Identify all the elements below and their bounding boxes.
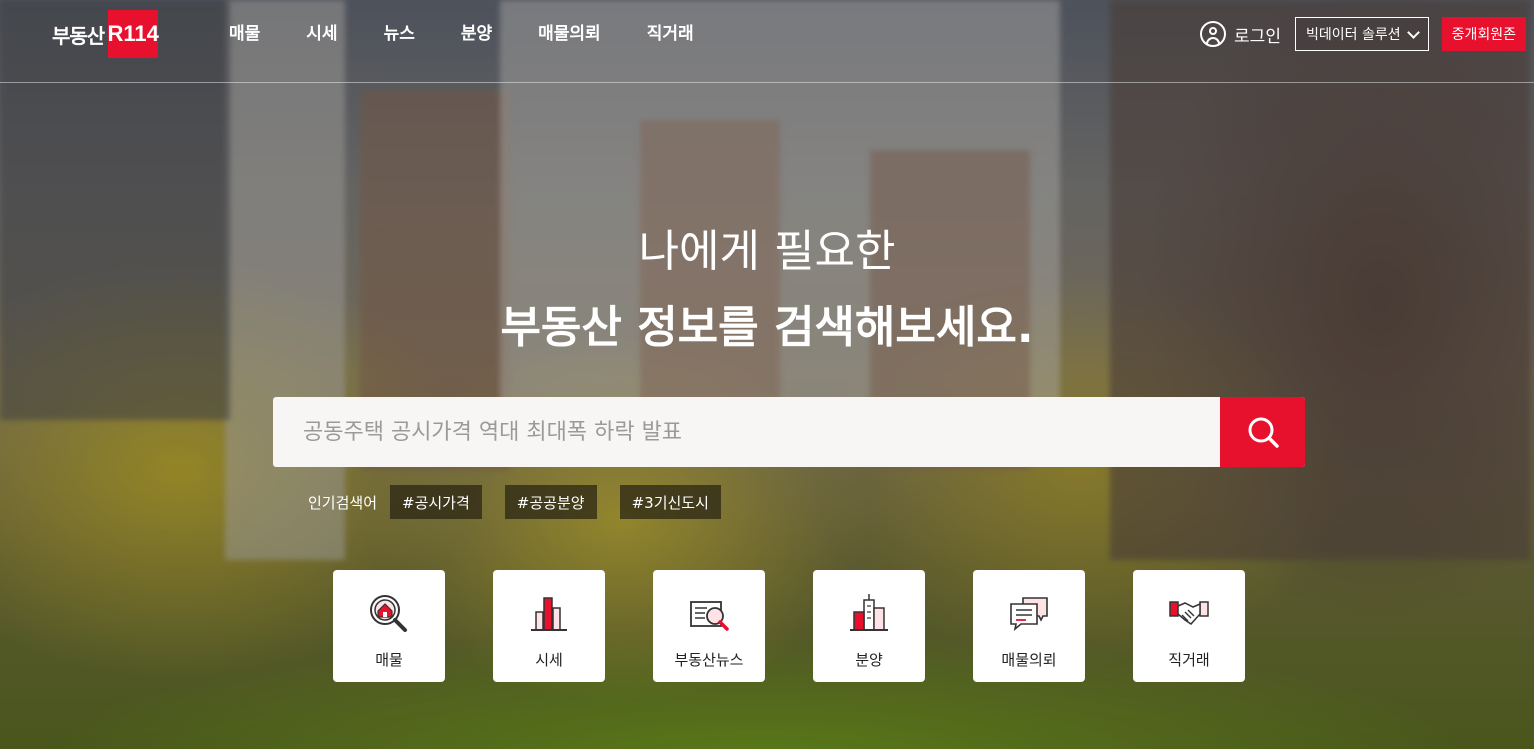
search-bar: [273, 397, 1305, 467]
bar-chart-icon: [531, 597, 567, 631]
keyword-tag[interactable]: #공시가격: [390, 485, 482, 519]
popular-keywords: 인기검색어 #공시가격 #공공분양 #3기신도시: [308, 485, 744, 519]
handshake-icon: [1169, 601, 1209, 625]
news-search-icon: [690, 601, 729, 631]
buildings-icon: [850, 594, 888, 631]
nav-item-presale[interactable]: 분양: [461, 22, 492, 46]
search-icon: [1248, 417, 1279, 448]
agent-zone-button[interactable]: 중개회원존: [1441, 17, 1526, 51]
quick-item-label: 부동산뉴스: [674, 651, 744, 669]
quick-item-label: 시세: [535, 651, 563, 669]
bigdata-solution-dropdown[interactable]: 빅데이터 솔루션: [1294, 17, 1429, 51]
hero-headline: 나에게 필요한 부동산 정보를 검색해보세요.: [0, 222, 1534, 358]
chevron-down-icon: [1406, 25, 1420, 39]
nav-item-prices[interactable]: 시세: [306, 22, 337, 46]
search-button[interactable]: [1220, 397, 1305, 467]
quick-menu: 매물 시세 부동산뉴스 분양 매물의뢰 직거래: [333, 570, 1245, 682]
bigdata-label: 빅데이터 솔루션: [1305, 27, 1401, 43]
keyword-tag[interactable]: #공공분양: [504, 485, 597, 519]
site-logo[interactable]: 부동산 R114: [52, 10, 159, 58]
quick-item-label: 분양: [855, 651, 883, 669]
quick-item-direct-deal[interactable]: 직거래: [1133, 570, 1245, 682]
quick-item-news[interactable]: 부동산뉴스: [653, 570, 765, 682]
quick-item-listing-request[interactable]: 매물의뢰: [973, 570, 1085, 682]
quick-item-label: 매물: [375, 651, 403, 669]
house-search-icon: [370, 595, 407, 632]
logo-text: 부동산: [52, 23, 105, 48]
headline-line-1: 나에게 필요한: [638, 226, 896, 277]
nav-item-direct-deal[interactable]: 직거래: [647, 22, 694, 46]
logo-badge: R114: [108, 10, 159, 58]
utility-menu: 로그인 빅데이터 솔루션 중개회원존: [1200, 17, 1526, 51]
popular-keywords-label: 인기검색어: [308, 493, 378, 512]
quick-item-label: 직거래: [1168, 651, 1210, 669]
user-icon: [1200, 21, 1227, 47]
quick-item-listings[interactable]: 매물: [333, 570, 445, 682]
login-label: 로그인: [1234, 26, 1281, 47]
hero-section: 부동산 R114 매물 시세 뉴스 분양 매물의뢰 직거래 로그인 빅데이터 솔…: [0, 0, 1534, 749]
top-navigation-bar: 부동산 R114 매물 시세 뉴스 분양 매물의뢰 직거래 로그인 빅데이터 솔…: [0, 0, 1534, 83]
keyword-tag[interactable]: #3기신도시: [619, 485, 721, 519]
quick-item-presale[interactable]: 분양: [813, 570, 925, 682]
chat-bubbles-icon: [1010, 597, 1048, 632]
main-nav: 매물 시세 뉴스 분양 매물의뢰 직거래: [229, 22, 740, 46]
quick-item-label: 매물의뢰: [1001, 651, 1057, 669]
nav-item-news[interactable]: 뉴스: [384, 22, 415, 46]
login-button[interactable]: 로그인: [1200, 21, 1281, 47]
nav-item-listing-request[interactable]: 매물의뢰: [538, 22, 601, 46]
quick-item-prices[interactable]: 시세: [493, 570, 605, 682]
nav-item-listings[interactable]: 매물: [229, 22, 260, 46]
search-input[interactable]: [273, 397, 1220, 467]
headline-line-2: 부동산 정보를 검색해보세요.: [500, 302, 1034, 353]
